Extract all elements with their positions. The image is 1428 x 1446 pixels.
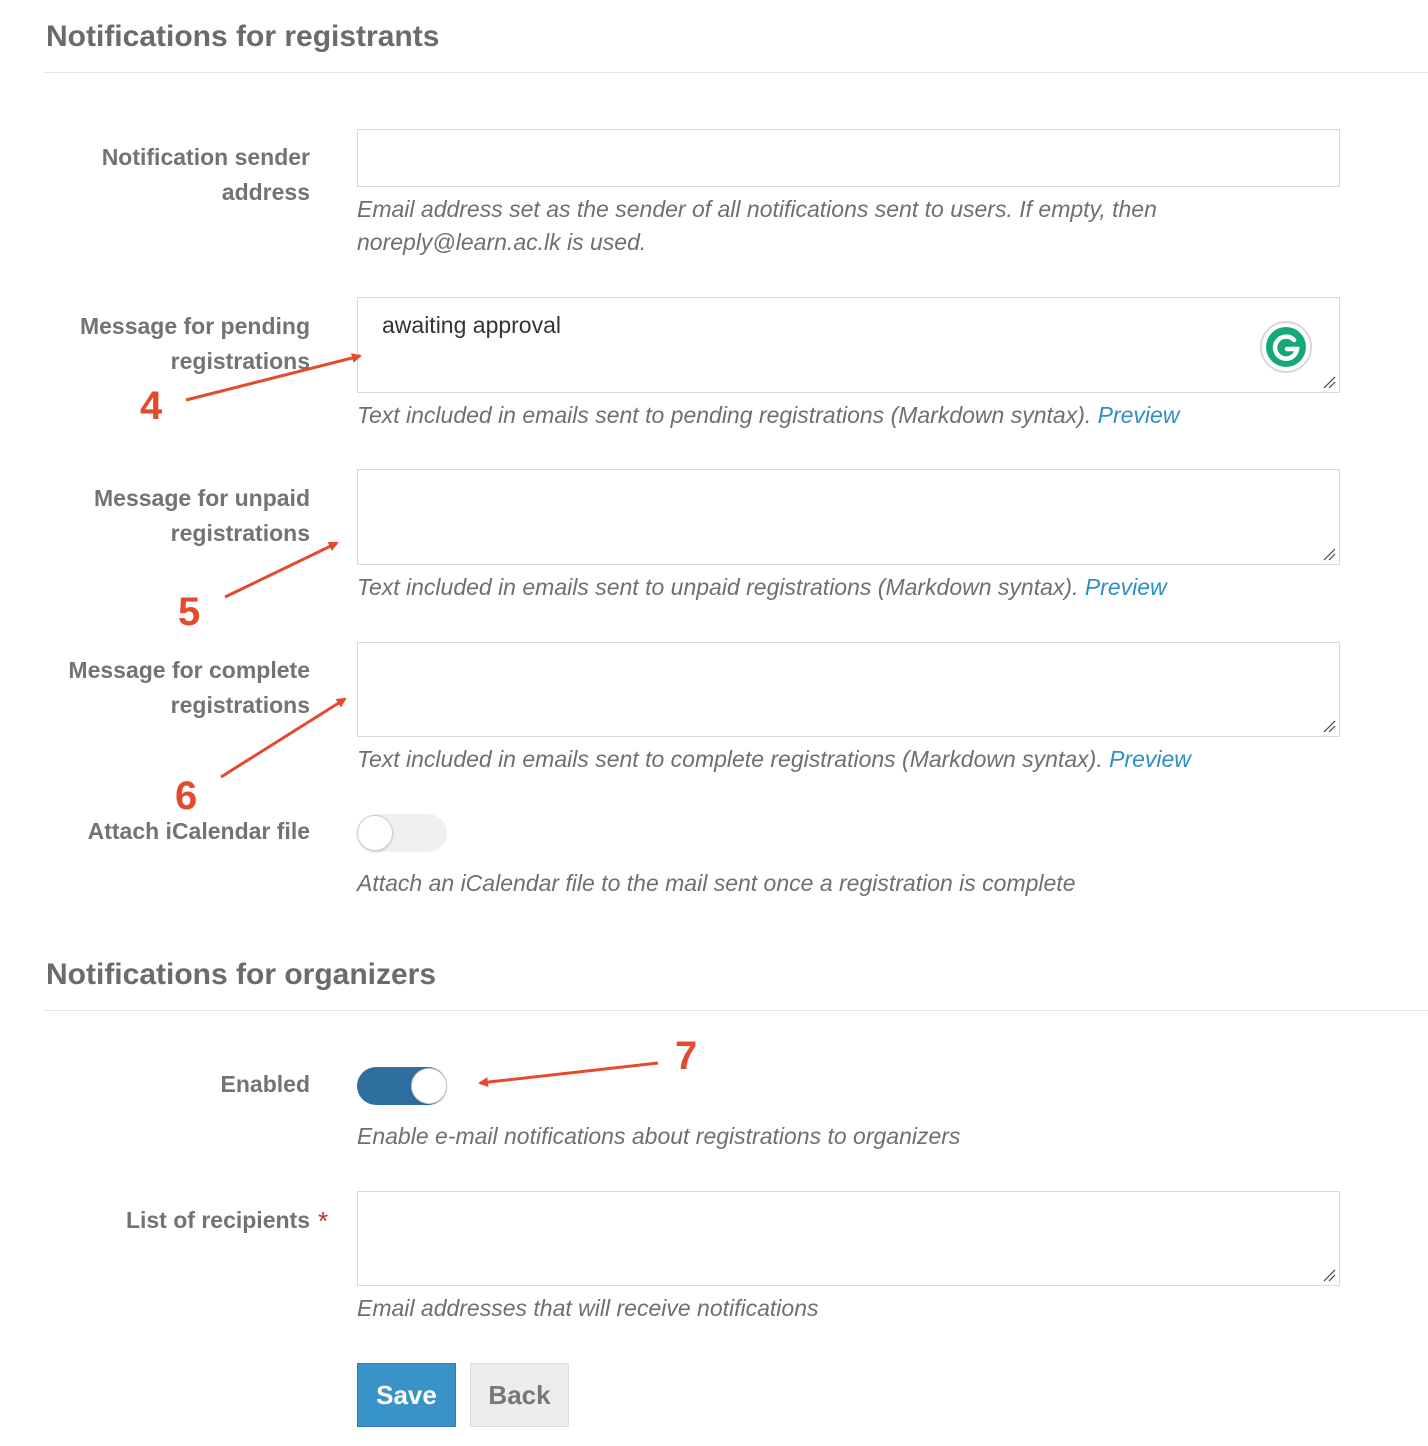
annotation-arrows — [185, 353, 659, 1088]
annotation-number-4: 4 — [140, 384, 163, 428]
annotation-number-7: 7 — [675, 1034, 698, 1078]
annotation-arrow-6 — [220, 697, 347, 779]
annotation-arrow-7 — [478, 1061, 659, 1088]
annotation-number-6: 6 — [175, 774, 198, 818]
annotation-arrow-4 — [185, 353, 362, 402]
annotation-number-5: 5 — [178, 590, 201, 634]
annotation-arrow-5 — [224, 541, 339, 599]
